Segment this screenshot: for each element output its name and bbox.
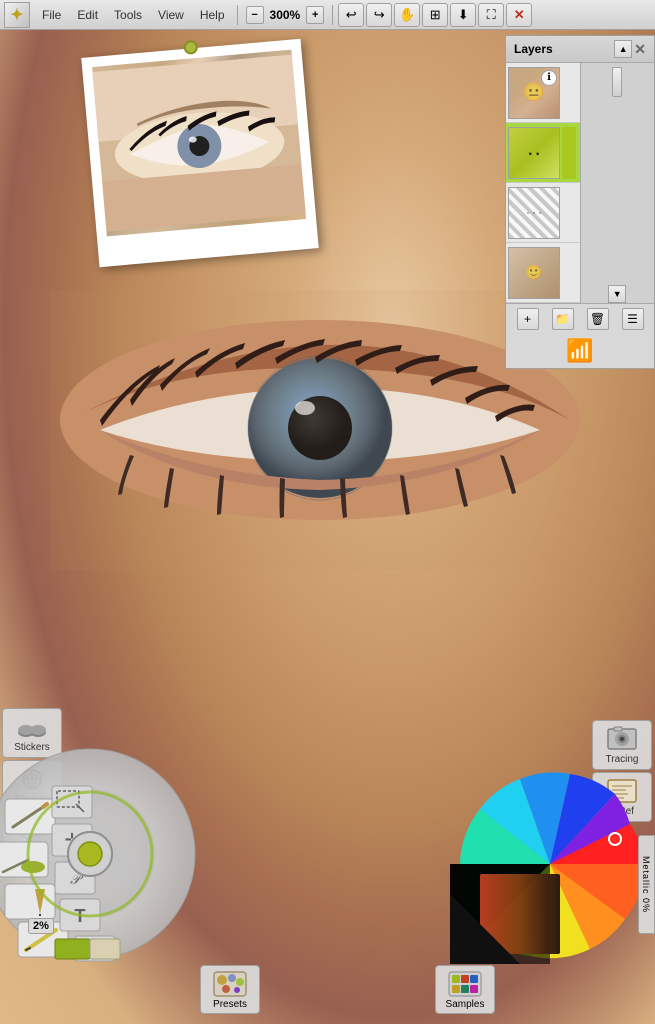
menu-file[interactable]: File [34,0,69,30]
scrollbar-thumb[interactable] [612,67,622,97]
layers-header: Layers ▲ ✕ [506,36,654,63]
redo-button[interactable]: ↪ [366,3,392,27]
layer-item-3[interactable]: ··· [506,183,580,243]
add-layer-button[interactable]: + [517,308,539,330]
menu-edit[interactable]: Edit [69,0,106,30]
menu-help[interactable]: Help [192,0,233,30]
zoom-controls: − 300% + [246,6,325,24]
undo-button[interactable]: ↩ [338,3,364,27]
pan-button[interactable]: ✋ [394,3,420,27]
delete-layer-button[interactable]: 🗑 [587,308,609,330]
presets-label: Presets [213,999,247,1010]
layer-thumb-3: ··· [508,187,560,239]
separator-2 [332,5,333,25]
layer-thumb-4: 🙂 [508,247,560,299]
menu-layer-button[interactable]: ☰ [622,308,644,330]
wifi-icon[interactable]: 📶 [566,338,593,364]
folder-layer-button[interactable]: 📁 [552,308,574,330]
layers-panel: Layers ▲ ✕ 😐 ℹ ·· [505,35,655,369]
layers-list: 😐 ℹ ·· ··· [506,63,654,303]
layer-active-bar [562,127,576,179]
layers-title: Layers [514,42,553,56]
presets-icon [212,969,248,999]
brush-size-display: 2% [28,918,54,934]
zoom-in-button[interactable]: + [306,6,324,24]
menu-view[interactable]: View [150,0,192,30]
samples-button[interactable]: Samples [435,965,495,1014]
layers-scroll-up[interactable]: ▲ [614,40,632,58]
samples-label: Samples [446,999,485,1010]
menu-bar: ✦ File Edit Tools View Help − 300% + ↩ ↪… [0,0,655,30]
layer-info-icon-1[interactable]: ℹ [541,70,557,86]
layer-item-1[interactable]: 😐 ℹ [506,63,580,123]
layer-item-4[interactable]: 🙂 [506,243,580,303]
grid-button[interactable]: ⊞ [422,3,448,27]
presets-button[interactable]: Presets [200,965,260,1014]
layers-actions: + 📁 🗑 ☰ [506,303,654,334]
export-button[interactable]: ⬇ [450,3,476,27]
layers-close-button[interactable]: ✕ [634,41,646,58]
layer-thumb-1: 😐 ℹ [508,67,560,119]
metallic-slider[interactable]: Metallic 0% [638,835,655,934]
stickers-icon [13,713,51,741]
zoom-out-button[interactable]: − [246,6,264,24]
layer-thumb-2: ·· [508,127,560,179]
samples-icon [447,969,483,999]
layers-wifi-area: 📶 [506,334,654,368]
close-button[interactable]: ✕ [506,3,532,27]
tracing-tool[interactable]: Tracing [592,720,652,770]
app-logo: ✦ [4,2,30,28]
menu-tools[interactable]: Tools [106,0,150,30]
zoom-value: 300% [266,8,305,22]
separator-1 [237,5,238,25]
layers-scrollbar[interactable]: ▼ [580,63,655,303]
tracing-icon [603,725,641,753]
fullscreen-button[interactable]: ⛶ [478,3,504,27]
photo-reference[interactable] [81,39,318,267]
color-wheel[interactable] [450,764,650,964]
layer-item-2[interactable]: ·· [506,123,580,183]
layers-scroll-down[interactable]: ▼ [608,285,626,303]
